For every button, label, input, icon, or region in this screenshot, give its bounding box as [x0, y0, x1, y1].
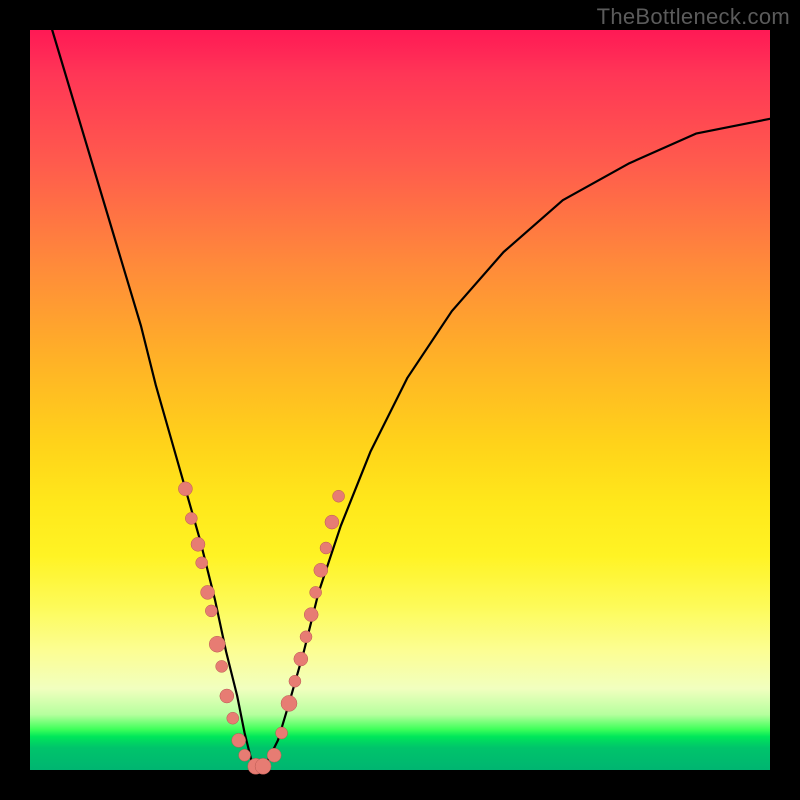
sample-dot	[325, 515, 339, 529]
sample-dot	[201, 585, 215, 599]
sample-dot	[310, 586, 322, 598]
bottleneck-curve	[52, 30, 770, 770]
sample-dot	[320, 542, 332, 554]
sample-dot	[276, 727, 288, 739]
sample-dot	[304, 608, 318, 622]
sample-dot	[289, 675, 301, 687]
sample-dot	[294, 652, 308, 666]
sample-dot	[220, 689, 234, 703]
chart-overlay	[30, 30, 770, 770]
chart-frame: TheBottleneck.com	[0, 0, 800, 800]
sample-dot	[191, 537, 205, 551]
sample-dot	[209, 636, 225, 652]
sample-dot	[196, 557, 208, 569]
sample-dot	[255, 758, 271, 774]
plot-area	[30, 30, 770, 770]
sample-dot	[333, 490, 345, 502]
sample-dot	[227, 712, 239, 724]
sample-dot	[205, 605, 217, 617]
sample-dot	[239, 749, 251, 761]
sample-dot	[216, 660, 228, 672]
sample-dot	[281, 695, 297, 711]
sample-dots-group	[178, 482, 344, 775]
sample-dot	[300, 631, 312, 643]
sample-dot	[314, 563, 328, 577]
sample-dot	[185, 512, 197, 524]
sample-dot	[232, 733, 246, 747]
watermark-text: TheBottleneck.com	[597, 4, 790, 30]
sample-dot	[178, 482, 192, 496]
sample-dot	[267, 748, 281, 762]
